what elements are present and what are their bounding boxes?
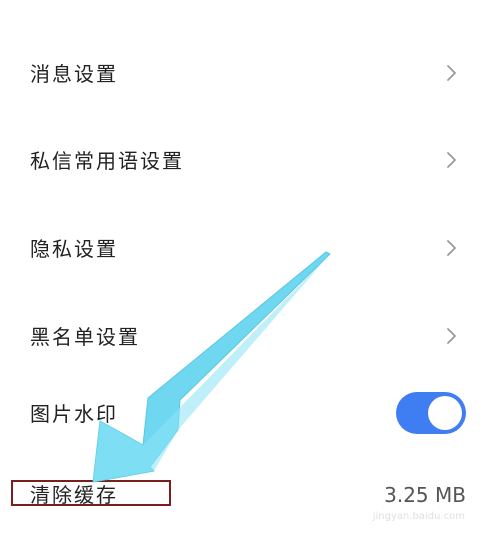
settings-row-label: 消息设置 [30,62,118,86]
settings-row-image-watermark: 图片水印 [0,383,493,443]
settings-row-label: 黑名单设置 [30,325,140,349]
highlight-box [11,480,171,506]
chevron-right-icon [445,239,459,257]
cache-size-value: 3.25 MB [384,483,466,507]
watermark-text: jingyan.baidu.com [372,511,465,522]
settings-screen: 消息设置 私信常用语设置 隐私设置 黑名单设置 图片水印 清除缓存 3.25 M… [0,0,493,540]
chevron-right-icon [445,64,459,82]
settings-row-label: 图片水印 [30,402,118,426]
settings-row-dm-phrases[interactable]: 私信常用语设置 [0,131,493,191]
settings-row-label: 隐私设置 [30,237,118,261]
watermark-toggle[interactable] [396,392,466,434]
chevron-right-icon [445,327,459,345]
chevron-right-icon [445,151,459,169]
toggle-knob [428,396,462,430]
settings-row-blacklist[interactable]: 黑名单设置 [0,307,493,367]
settings-row-label: 私信常用语设置 [30,149,184,173]
settings-row-privacy[interactable]: 隐私设置 [0,219,493,279]
settings-row-message[interactable]: 消息设置 [0,43,493,103]
